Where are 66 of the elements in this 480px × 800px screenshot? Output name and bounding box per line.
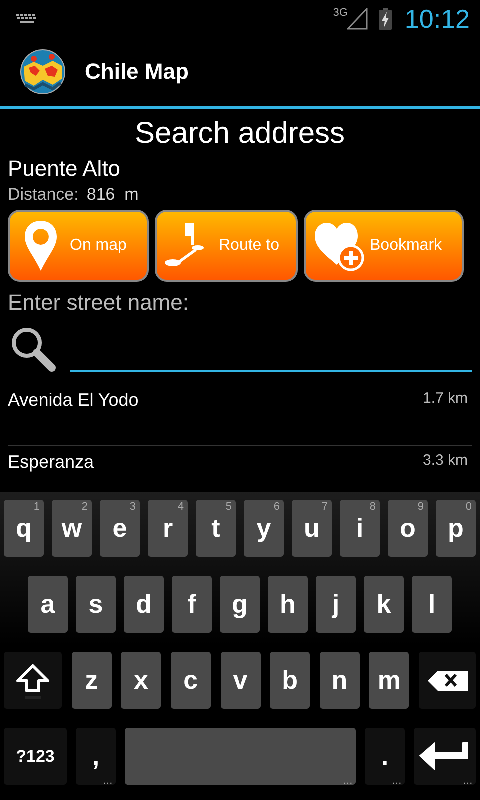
key-hint: 9 xyxy=(418,501,424,513)
battery-icon xyxy=(378,8,392,30)
key[interactable]: z xyxy=(72,652,112,709)
key[interactable]: y 6 xyxy=(244,500,284,557)
more-hint: … xyxy=(103,776,113,787)
search-icon xyxy=(10,326,56,372)
delete-key[interactable] xyxy=(419,652,476,709)
backspace-icon xyxy=(428,670,468,690)
result-item[interactable]: Avenida El Yodo 1.7 km xyxy=(8,384,472,446)
key[interactable]: o 9 xyxy=(388,500,428,557)
key-hint: 3 xyxy=(130,501,136,513)
shift-key[interactable] xyxy=(4,652,62,709)
key[interactable]: u 7 xyxy=(292,500,332,557)
key-hint: 1 xyxy=(34,501,40,513)
key[interactable]: g xyxy=(220,576,260,633)
key[interactable]: v xyxy=(220,652,260,709)
key[interactable]: k xyxy=(364,576,404,633)
key[interactable]: q 1 xyxy=(4,500,44,557)
key[interactable]: x xyxy=(121,652,162,709)
key[interactable]: d xyxy=(124,576,164,633)
page-heading: Search address xyxy=(134,116,346,152)
network-label: 3G xyxy=(333,7,348,19)
more-hint: … xyxy=(463,776,473,787)
keyboard-icon xyxy=(16,14,38,24)
key[interactable]: f xyxy=(172,576,212,633)
key[interactable]: a xyxy=(28,576,68,633)
more-hint: … xyxy=(392,776,402,787)
key[interactable]: l xyxy=(412,576,452,633)
distance-value: 816 m xyxy=(86,184,139,206)
key-hint: 7 xyxy=(322,501,328,513)
key[interactable]: b xyxy=(270,652,310,709)
street-label: Enter street name: xyxy=(8,289,190,317)
key[interactable]: e 3 xyxy=(100,500,140,557)
key[interactable]: c xyxy=(170,652,211,709)
map-pin-icon xyxy=(24,220,58,272)
key[interactable]: r 4 xyxy=(148,500,188,557)
more-hint: … xyxy=(343,776,353,787)
result-item[interactable]: Esperanza 3.3 km xyxy=(8,446,472,480)
key-hint: 0 xyxy=(466,501,472,513)
space-key[interactable]: … xyxy=(125,728,356,785)
key-hint: 2 xyxy=(82,501,88,513)
signal-icon xyxy=(346,8,368,30)
key[interactable]: , … xyxy=(76,728,116,785)
clock: 10:12 xyxy=(404,4,470,34)
shift-arrow-icon xyxy=(15,662,51,698)
app-title: Chile Map xyxy=(85,59,189,85)
key-hint: 8 xyxy=(370,501,376,513)
place-name: Puente Alto xyxy=(8,155,122,183)
app-logo-icon xyxy=(20,49,66,95)
key[interactable]: i 8 xyxy=(340,500,380,557)
key[interactable]: h xyxy=(268,576,308,633)
key[interactable]: . … xyxy=(365,728,405,785)
enter-key[interactable]: … xyxy=(414,728,476,785)
distance-label: Distance: xyxy=(8,184,79,206)
key[interactable]: t 5 xyxy=(196,500,236,557)
key[interactable]: p 0 xyxy=(436,500,476,557)
key[interactable]: s xyxy=(76,576,116,633)
key[interactable]: m xyxy=(369,652,410,709)
key[interactable]: j xyxy=(316,576,356,633)
key-hint: 6 xyxy=(274,501,280,513)
key[interactable]: w 2 xyxy=(52,500,92,557)
key-hint: 5 xyxy=(226,501,232,513)
key-hint: 4 xyxy=(178,501,184,513)
key[interactable]: n xyxy=(320,652,360,709)
heart-plus-icon xyxy=(314,221,364,271)
symbols-key[interactable]: ?123 xyxy=(4,728,67,785)
